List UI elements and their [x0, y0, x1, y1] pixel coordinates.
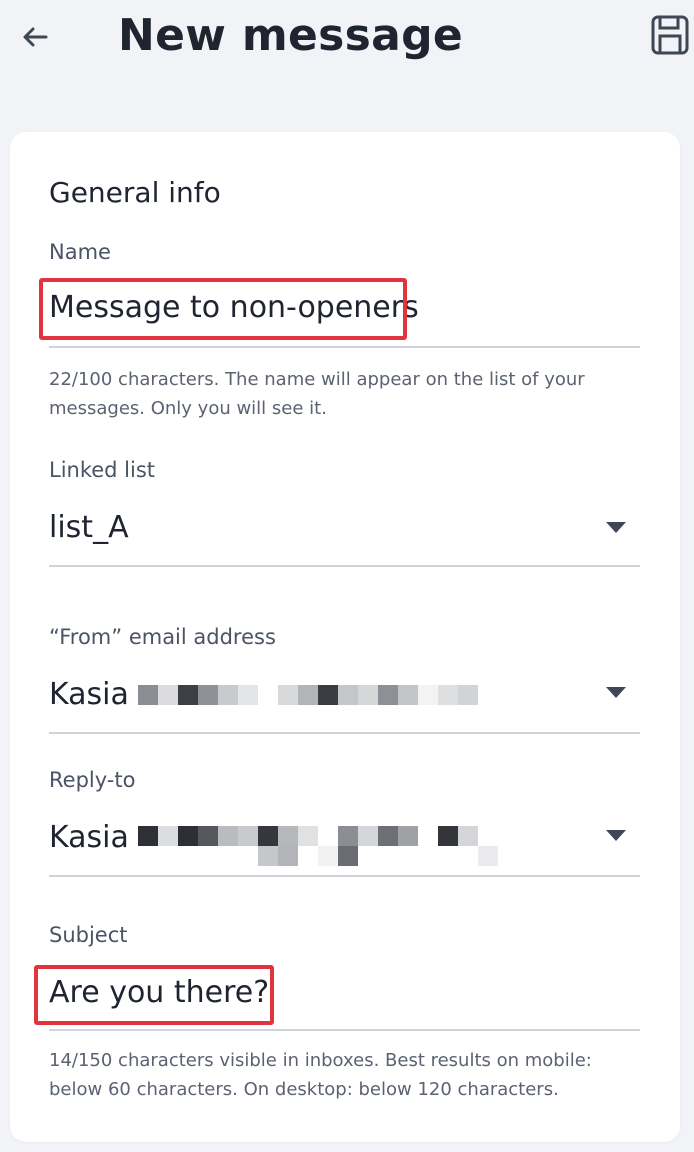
chevron-down-icon[interactable] — [606, 687, 626, 698]
save-button[interactable] — [650, 14, 694, 60]
linked-list-select[interactable] — [49, 502, 640, 562]
arrow-left-icon — [23, 27, 48, 47]
chevron-down-icon[interactable] — [606, 830, 626, 841]
subject-helper-text: 14/150 characters visible in inboxes. Be… — [49, 1050, 592, 1100]
redacted-email-address — [138, 685, 488, 705]
chevron-down-icon[interactable] — [606, 522, 626, 533]
top-bar: New message — [0, 0, 694, 90]
reply-to-label: Reply-to — [49, 768, 136, 792]
reply-to-underline — [49, 875, 640, 877]
general-info-card: General info Name Message to non-openers… — [10, 132, 680, 1142]
name-underline — [49, 346, 640, 348]
back-button[interactable] — [16, 18, 54, 56]
linked-list-value: list_A — [49, 510, 129, 545]
subject-underline — [49, 1029, 640, 1031]
subject-highlight-box — [34, 965, 274, 1025]
from-email-underline — [49, 732, 640, 734]
from-email-value: Kasia — [49, 677, 129, 712]
section-title: General info — [49, 176, 221, 209]
name-label: Name — [49, 240, 111, 264]
linked-list-underline — [49, 565, 640, 567]
page-title: New message — [118, 10, 464, 61]
from-email-label: “From” email address — [49, 625, 276, 649]
name-highlight-box — [39, 278, 407, 340]
linked-list-label: Linked list — [49, 458, 156, 482]
reply-to-value: Kasia — [49, 820, 129, 855]
subject-label: Subject — [49, 923, 128, 947]
name-helper-text: 22/100 characters. The name will appear … — [49, 369, 585, 419]
redacted-reply-to-address — [138, 826, 498, 866]
floppy-disk-icon — [651, 15, 689, 55]
